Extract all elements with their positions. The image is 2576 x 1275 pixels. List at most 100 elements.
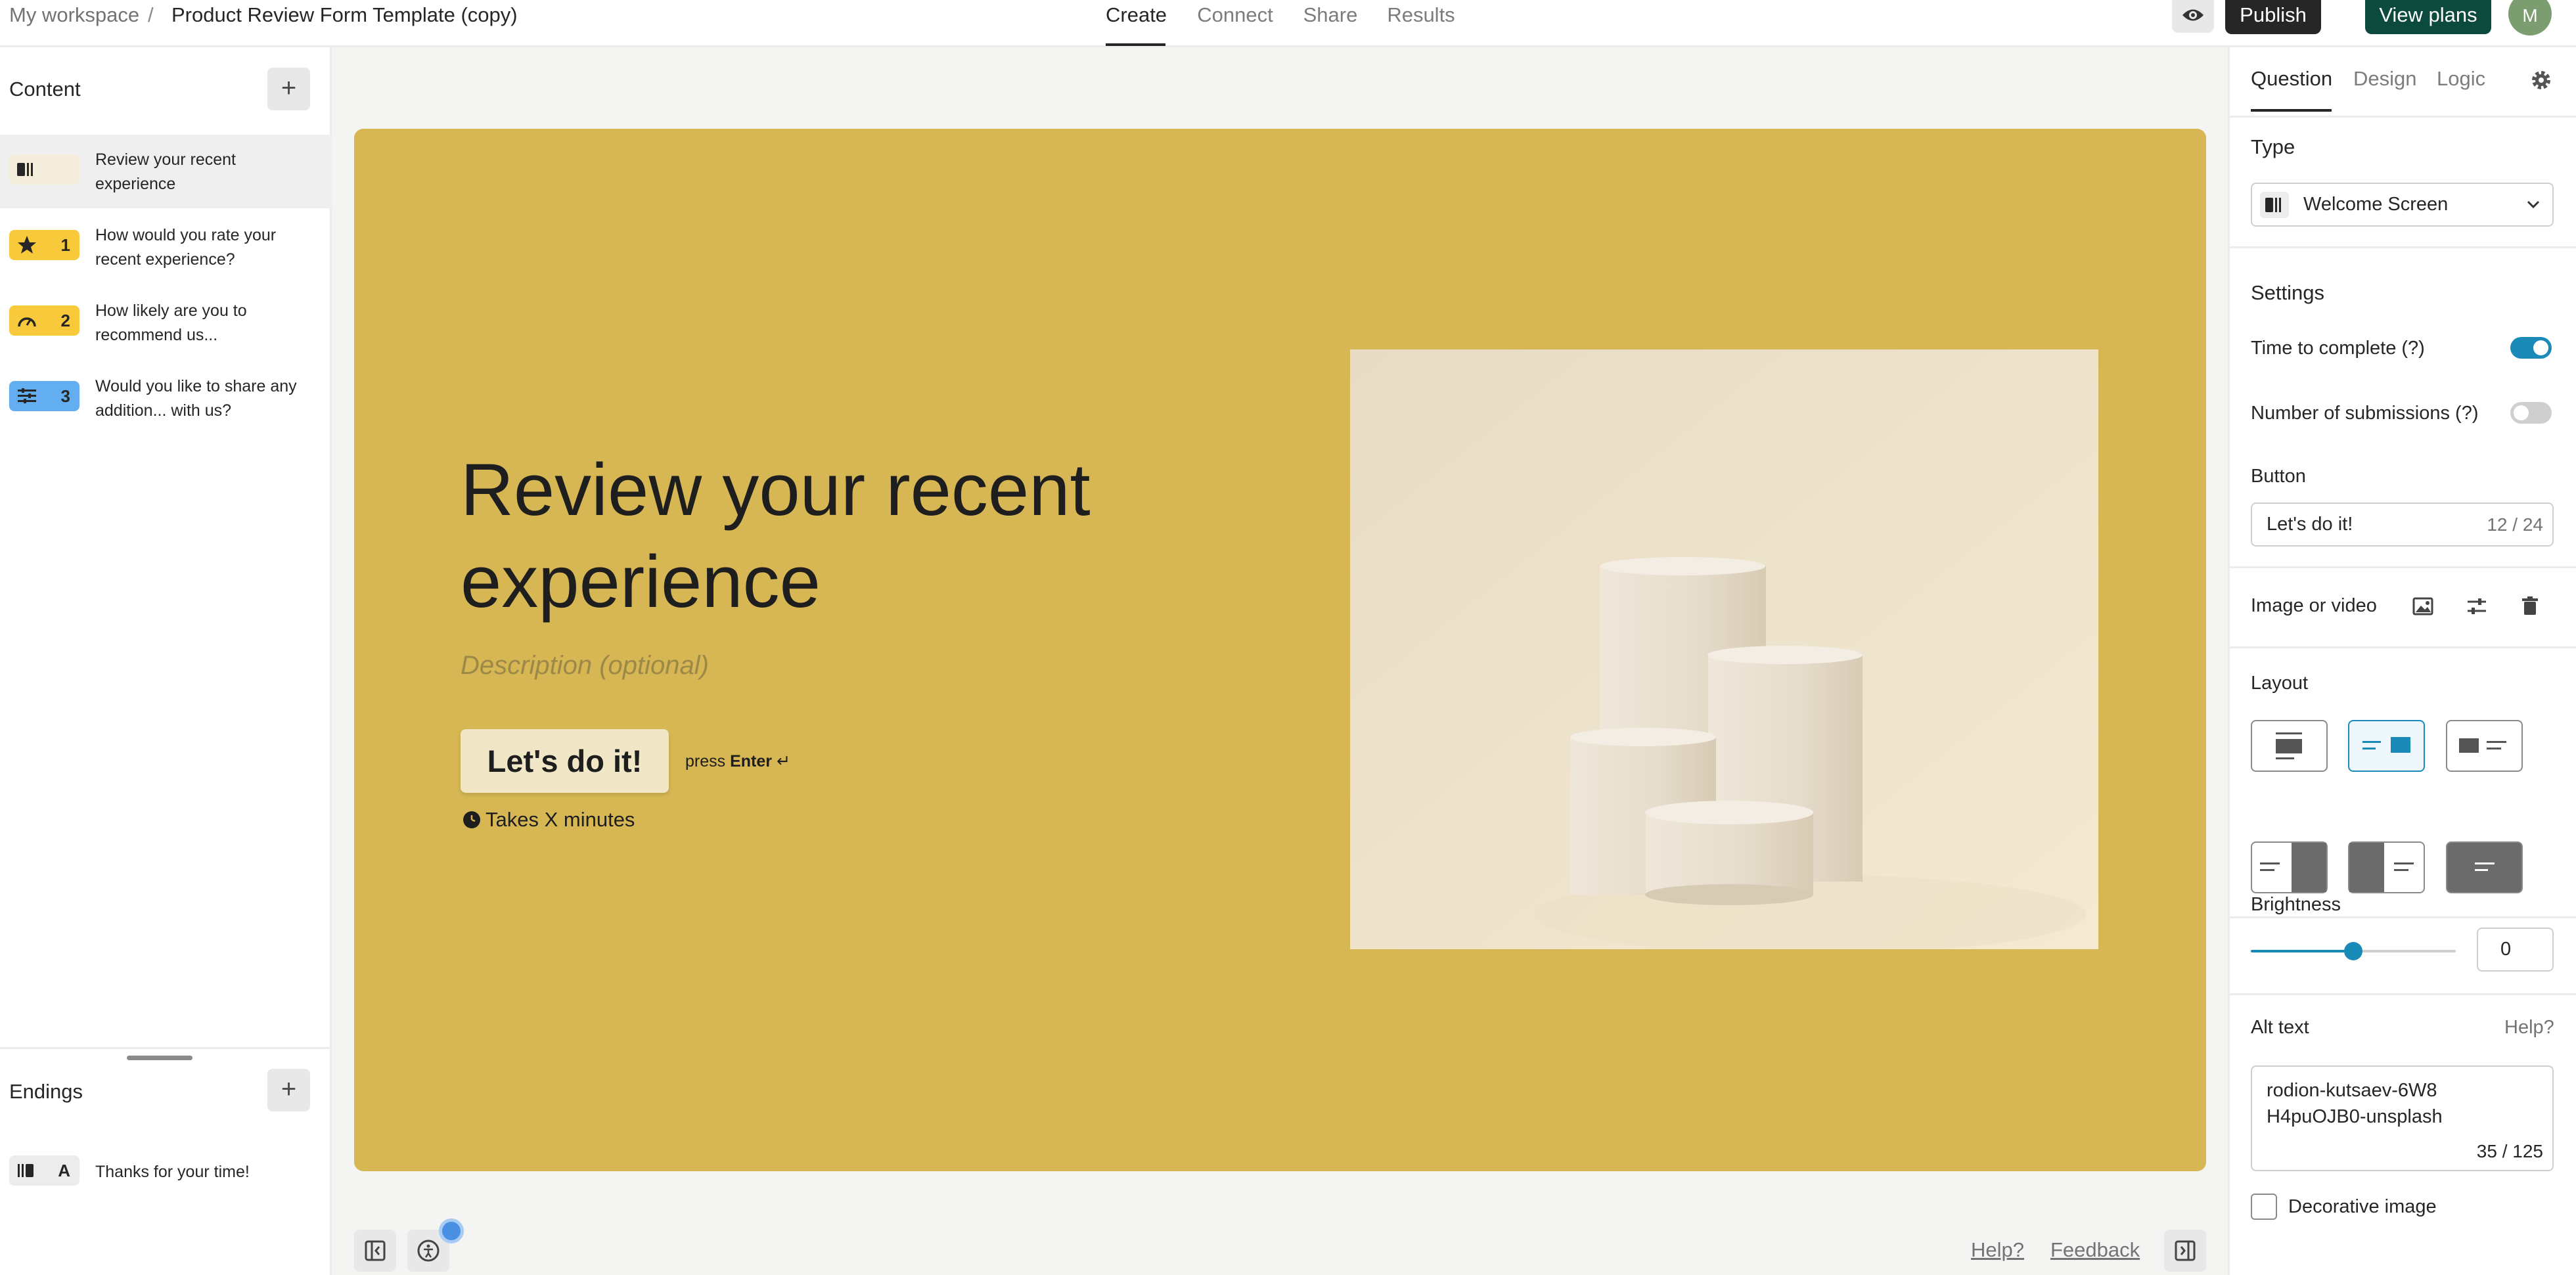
brightness-slider-thumb[interactable] bbox=[2344, 942, 2362, 960]
help-link[interactable]: Help? bbox=[1971, 1238, 2024, 1262]
collapse-right-panel-button[interactable] bbox=[2164, 1230, 2206, 1272]
star-icon bbox=[18, 236, 36, 254]
ending-screen-icon bbox=[18, 1164, 34, 1177]
top-bar: My workspace / Product Review Form Templ… bbox=[0, 0, 2576, 47]
gauge-icon bbox=[18, 317, 36, 327]
breadcrumb-workspace[interactable]: My workspace bbox=[9, 0, 139, 33]
layout-background-icon bbox=[2475, 862, 2495, 871]
multi-question-icon bbox=[18, 388, 36, 403]
layout-label: Layout bbox=[2251, 673, 2309, 694]
welcome-screen-icon bbox=[17, 163, 33, 176]
tab-logic[interactable]: Logic bbox=[2437, 67, 2485, 91]
tab-question[interactable]: Question bbox=[2251, 67, 2332, 91]
sidebar-item-label: Thanks for your time! bbox=[95, 1163, 250, 1181]
endings-heading: Endings bbox=[9, 1080, 83, 1103]
layout-option-stack[interactable] bbox=[2251, 720, 2328, 772]
active-tab-underline bbox=[1106, 43, 1165, 46]
welcome-screen-icon bbox=[2260, 192, 2289, 218]
trash-icon[interactable] bbox=[2516, 592, 2544, 621]
toggle-knob bbox=[2514, 405, 2529, 420]
layout-option-background[interactable] bbox=[2446, 841, 2523, 893]
multi-question-badge: 3 bbox=[9, 381, 79, 411]
publish-button[interactable]: Publish bbox=[2225, 0, 2321, 34]
layout-stack-icon bbox=[2276, 732, 2302, 759]
type-label: Type bbox=[2251, 135, 2295, 158]
clock-icon bbox=[463, 811, 480, 828]
layout-option-split-left[interactable] bbox=[2446, 720, 2523, 772]
sidebar-item-label: Would you like to share any addition... … bbox=[95, 377, 297, 420]
avatar[interactable]: M bbox=[2508, 0, 2552, 35]
layout-fill-left-icon bbox=[2349, 843, 2414, 892]
tab-design[interactable]: Design bbox=[2353, 67, 2417, 91]
alt-text-help-link[interactable]: Help? bbox=[2504, 1017, 2554, 1039]
feedback-link[interactable]: Feedback bbox=[2050, 1238, 2140, 1262]
layout-option-fill-right[interactable] bbox=[2251, 841, 2328, 893]
sidebar-item-multi-question[interactable]: 3 Would you like to share any addition..… bbox=[0, 361, 332, 435]
submissions-toggle[interactable] bbox=[2510, 402, 2552, 424]
alt-text-counter: 35 / 125 bbox=[2476, 1141, 2543, 1161]
sidebar-collapse-icon bbox=[2175, 1240, 2196, 1261]
layout-split-left-icon bbox=[2459, 738, 2506, 753]
layout-split-right-icon bbox=[2362, 737, 2410, 753]
section-divider bbox=[2230, 916, 2576, 918]
tab-share[interactable]: Share bbox=[1301, 0, 1360, 46]
layout-fill-right-icon bbox=[2260, 843, 2326, 892]
press-key: Enter bbox=[730, 752, 772, 771]
toggle-knob bbox=[2533, 340, 2548, 355]
layout-option-split-right[interactable] bbox=[2348, 720, 2425, 772]
image-label: Image or video bbox=[2251, 595, 2377, 616]
view-plans-button[interactable]: View plans bbox=[2365, 0, 2491, 34]
press-prefix: press bbox=[685, 752, 726, 771]
decorative-image-checkbox[interactable] bbox=[2251, 1194, 2277, 1220]
type-select-value: Welcome Screen bbox=[2303, 194, 2449, 215]
decorative-image-label: Decorative image bbox=[2288, 1196, 2437, 1217]
section-divider bbox=[2230, 566, 2576, 568]
preview-button[interactable] bbox=[2172, 0, 2214, 33]
tab-results[interactable]: Results bbox=[1385, 0, 1457, 46]
sidebar-item-ending[interactable]: A Thanks for your time! bbox=[0, 1136, 332, 1209]
submissions-label: Number of submissions (?) bbox=[2251, 403, 2479, 424]
sidebar-item-label: Review your recent experience bbox=[95, 150, 236, 193]
question-number: 1 bbox=[60, 235, 70, 255]
ending-badge: A bbox=[9, 1155, 79, 1186]
resize-handle[interactable] bbox=[127, 1056, 192, 1060]
content-heading: Content bbox=[9, 78, 81, 101]
sidebar-item-welcome[interactable]: Review your recent experience bbox=[0, 135, 332, 208]
add-ending-button[interactable]: + bbox=[267, 1069, 310, 1111]
type-select[interactable]: Welcome Screen bbox=[2251, 183, 2554, 227]
section-divider bbox=[2230, 993, 2576, 995]
time-to-complete: Takes X minutes bbox=[463, 808, 635, 832]
gear-icon[interactable] bbox=[2527, 66, 2556, 95]
collapse-left-panel-button[interactable] bbox=[354, 1230, 396, 1272]
button-text-input[interactable]: Let's do it! 12 / 24 bbox=[2251, 503, 2554, 547]
sidebar-collapse-icon bbox=[365, 1240, 386, 1261]
sidebar-divider bbox=[0, 1047, 332, 1049]
alt-text-label: Alt text bbox=[2251, 1017, 2309, 1038]
brightness-slider-fill bbox=[2251, 950, 2353, 952]
start-button[interactable]: Let's do it! bbox=[461, 729, 669, 793]
section-divider bbox=[2230, 246, 2576, 248]
welcome-screen-canvas[interactable]: Review your recent experience Descriptio… bbox=[354, 129, 2206, 1171]
sidebar-item-rating[interactable]: 1 How would you rate your recent experie… bbox=[0, 210, 332, 284]
layout-option-fill-left[interactable] bbox=[2348, 841, 2425, 893]
alt-text-textarea[interactable]: rodion-kutsaev-6W8H4puOJB0-unsplash 35 /… bbox=[2251, 1065, 2554, 1171]
welcome-title[interactable]: Review your recent experience bbox=[461, 444, 1183, 628]
tab-connect[interactable]: Connect bbox=[1192, 0, 1278, 46]
welcome-image[interactable] bbox=[1350, 349, 2098, 949]
add-question-button[interactable]: + bbox=[267, 68, 310, 110]
tab-create[interactable]: Create bbox=[1106, 0, 1167, 46]
sidebar-item-nps[interactable]: 2 How likely are you to recommend us... bbox=[0, 286, 332, 359]
image-icon[interactable] bbox=[2408, 592, 2437, 621]
ending-letter: A bbox=[58, 1161, 70, 1180]
brightness-slider[interactable] bbox=[2251, 942, 2456, 960]
breadcrumb-separator: / bbox=[148, 3, 154, 26]
brightness-input[interactable]: 0 bbox=[2477, 928, 2554, 972]
tabs-divider bbox=[2230, 116, 2576, 118]
active-tab-underline bbox=[2251, 109, 2332, 112]
time-to-complete-label: Time to complete (?) bbox=[2251, 338, 2425, 359]
adjust-icon[interactable] bbox=[2462, 592, 2491, 621]
brightness-label: Brightness bbox=[2251, 894, 2341, 915]
breadcrumb-form-name[interactable]: Product Review Form Template (copy) bbox=[171, 0, 518, 33]
welcome-description[interactable]: Description (optional) bbox=[461, 651, 709, 681]
time-to-complete-toggle[interactable] bbox=[2510, 337, 2552, 359]
